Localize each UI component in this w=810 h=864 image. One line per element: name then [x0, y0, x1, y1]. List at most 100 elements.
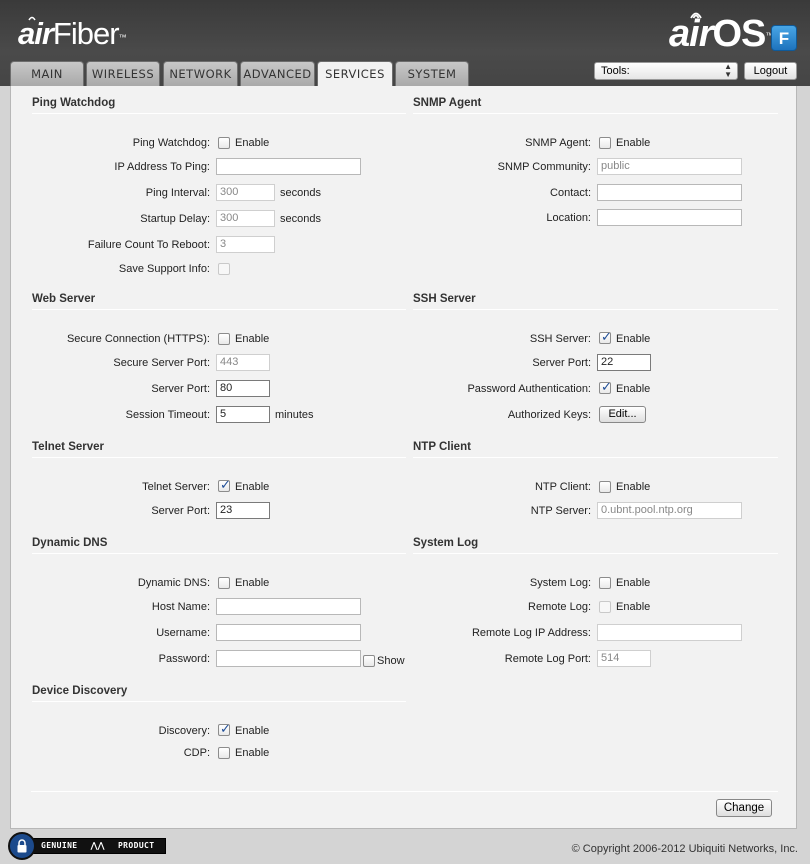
ntp-server-input[interactable]: 0.ubnt.pool.ntp.org	[597, 502, 742, 519]
snmp-agent-label: SNMP Agent:	[525, 137, 591, 149]
cdp-enable-label: Enable	[235, 747, 270, 759]
airos-logo: airOS™	[669, 12, 773, 56]
logo-wifi-icon	[28, 16, 36, 21]
remote-log-port-input[interactable]: 514	[597, 650, 651, 667]
show-password-label: Show	[377, 655, 405, 667]
location-input[interactable]	[597, 209, 742, 226]
telnet-server-enable-label: Enable	[235, 481, 270, 493]
https-checkbox[interactable]	[218, 333, 230, 345]
remote-log-label: Remote Log:	[528, 601, 591, 613]
snmp-community-label: SNMP Community:	[497, 161, 591, 173]
system-log-enable-label: Enable	[616, 577, 651, 589]
section-divider	[31, 791, 778, 792]
password-input[interactable]	[216, 650, 361, 667]
dynamic-dns-label: Dynamic DNS:	[137, 577, 210, 589]
system-log-label: System Log:	[529, 577, 591, 589]
ping-interval-unit: seconds	[280, 187, 321, 199]
telnet-port-input[interactable]: 23	[216, 502, 270, 519]
ssh-port-label: Server Port:	[532, 357, 591, 369]
ntp-client-checkbox[interactable]	[599, 481, 611, 493]
ubiquiti-logo-icon: ⋀⋀	[90, 841, 105, 850]
host-name-label: Host Name:	[151, 601, 210, 613]
ping-interval-input[interactable]: 300	[216, 184, 275, 201]
telnet-server-label: Telnet Server:	[142, 481, 210, 493]
save-support-label: Save Support Info:	[118, 263, 210, 275]
password-auth-checkbox[interactable]: ✓	[599, 380, 612, 394]
checkmark-icon: ✓	[220, 721, 231, 736]
header-bar: airFiber™ airOS™ F MAIN WIRELESS NETWORK…	[0, 0, 810, 87]
contact-input[interactable]	[597, 184, 742, 201]
system-log-checkbox[interactable]	[599, 577, 611, 589]
dynamic-dns-checkbox[interactable]	[218, 577, 230, 589]
tab-services[interactable]: SERVICES	[317, 61, 393, 87]
ping-watchdog-checkbox[interactable]	[218, 137, 230, 149]
ntp-client-title: NTP Client	[413, 441, 471, 453]
ping-watchdog-label: Ping Watchdog:	[132, 137, 210, 149]
dynamic-dns-title: Dynamic DNS	[32, 537, 108, 549]
logout-button[interactable]: Logout	[744, 62, 797, 80]
tab-system[interactable]: SYSTEM	[395, 61, 469, 86]
genuine-product-bar: GENUINE ⋀⋀ PRODUCT	[26, 838, 166, 854]
chevron-updown-icon: ▲ ▼	[724, 62, 732, 79]
https-enable-label: Enable	[235, 333, 270, 345]
ssh-port-input[interactable]: 22	[597, 354, 651, 371]
snmp-community-input[interactable]: public	[597, 158, 742, 175]
remote-log-checkbox[interactable]	[599, 601, 611, 613]
session-timeout-label: Session Timeout:	[125, 409, 210, 421]
section-divider	[413, 457, 778, 458]
https-label: Secure Connection (HTTPS):	[66, 333, 210, 345]
username-input[interactable]	[216, 624, 361, 641]
device-discovery-title: Device Discovery	[32, 685, 128, 697]
remote-log-ip-label: Remote Log IP Address:	[471, 627, 591, 639]
snmp-agent-checkbox[interactable]	[599, 137, 611, 149]
ssh-server-label: SSH Server:	[529, 333, 591, 345]
remote-log-enable-label: Enable	[616, 601, 651, 613]
checkmark-icon: ✓	[220, 477, 231, 492]
airfiber-logo: airFiber™	[18, 16, 127, 51]
session-timeout-input[interactable]: 5	[216, 406, 270, 423]
remote-log-ip-input[interactable]	[597, 624, 742, 641]
ssh-server-checkbox[interactable]: ✓	[599, 329, 612, 344]
discovery-label: Discovery:	[158, 725, 210, 737]
checkmark-icon: ✓	[601, 329, 612, 344]
tab-main[interactable]: MAIN	[10, 61, 84, 86]
ntp-server-label: NTP Server:	[530, 505, 591, 517]
telnet-server-checkbox[interactable]: ✓	[218, 477, 231, 492]
tools-select[interactable]: Tools: ▲ ▼	[594, 62, 738, 80]
tab-advanced[interactable]: ADVANCED	[240, 61, 315, 86]
services-panel: Ping Watchdog Ping Watchdog: Enable IP A…	[10, 86, 797, 829]
cdp-checkbox[interactable]	[218, 747, 230, 759]
section-divider	[413, 113, 778, 114]
system-log-title: System Log	[413, 537, 479, 549]
host-name-input[interactable]	[216, 598, 361, 615]
secure-port-label: Secure Server Port:	[113, 357, 210, 369]
tab-wireless[interactable]: WIRELESS	[86, 61, 160, 86]
dynamic-dns-enable-label: Enable	[235, 577, 270, 589]
fiber-badge-icon: F	[771, 25, 797, 51]
edit-keys-button[interactable]: Edit...	[599, 406, 646, 423]
show-password-checkbox[interactable]	[363, 655, 375, 667]
web-server-title: Web Server	[32, 293, 96, 305]
discovery-checkbox[interactable]: ✓	[218, 721, 231, 736]
failure-count-input[interactable]: 3	[216, 236, 275, 253]
footer: GENUINE ⋀⋀ PRODUCT © Copyright 2006-2012…	[0, 829, 810, 864]
ip-to-ping-input[interactable]	[216, 158, 361, 175]
ntp-client-enable-label: Enable	[616, 481, 651, 493]
authorized-keys-label: Authorized Keys:	[507, 409, 591, 421]
ping-interval-label: Ping Interval:	[145, 187, 210, 199]
ssh-server-title: SSH Server	[413, 293, 476, 305]
tab-network[interactable]: NETWORK	[163, 61, 238, 86]
location-label: Location:	[546, 212, 591, 224]
web-port-input[interactable]: 80	[216, 380, 270, 397]
save-support-checkbox[interactable]	[218, 263, 230, 275]
change-button[interactable]: Change	[716, 799, 772, 817]
startup-delay-input[interactable]: 300	[216, 210, 275, 227]
secure-port-input[interactable]: 443	[216, 354, 270, 371]
password-auth-label: Password Authentication:	[467, 383, 591, 395]
session-timeout-unit: minutes	[275, 409, 314, 421]
ping-watchdog-enable-label: Enable	[235, 137, 270, 149]
genuine-product-badge: GENUINE ⋀⋀ PRODUCT	[8, 832, 166, 860]
section-divider	[32, 457, 406, 458]
startup-delay-unit: seconds	[280, 213, 321, 225]
contact-label: Contact:	[550, 187, 591, 199]
